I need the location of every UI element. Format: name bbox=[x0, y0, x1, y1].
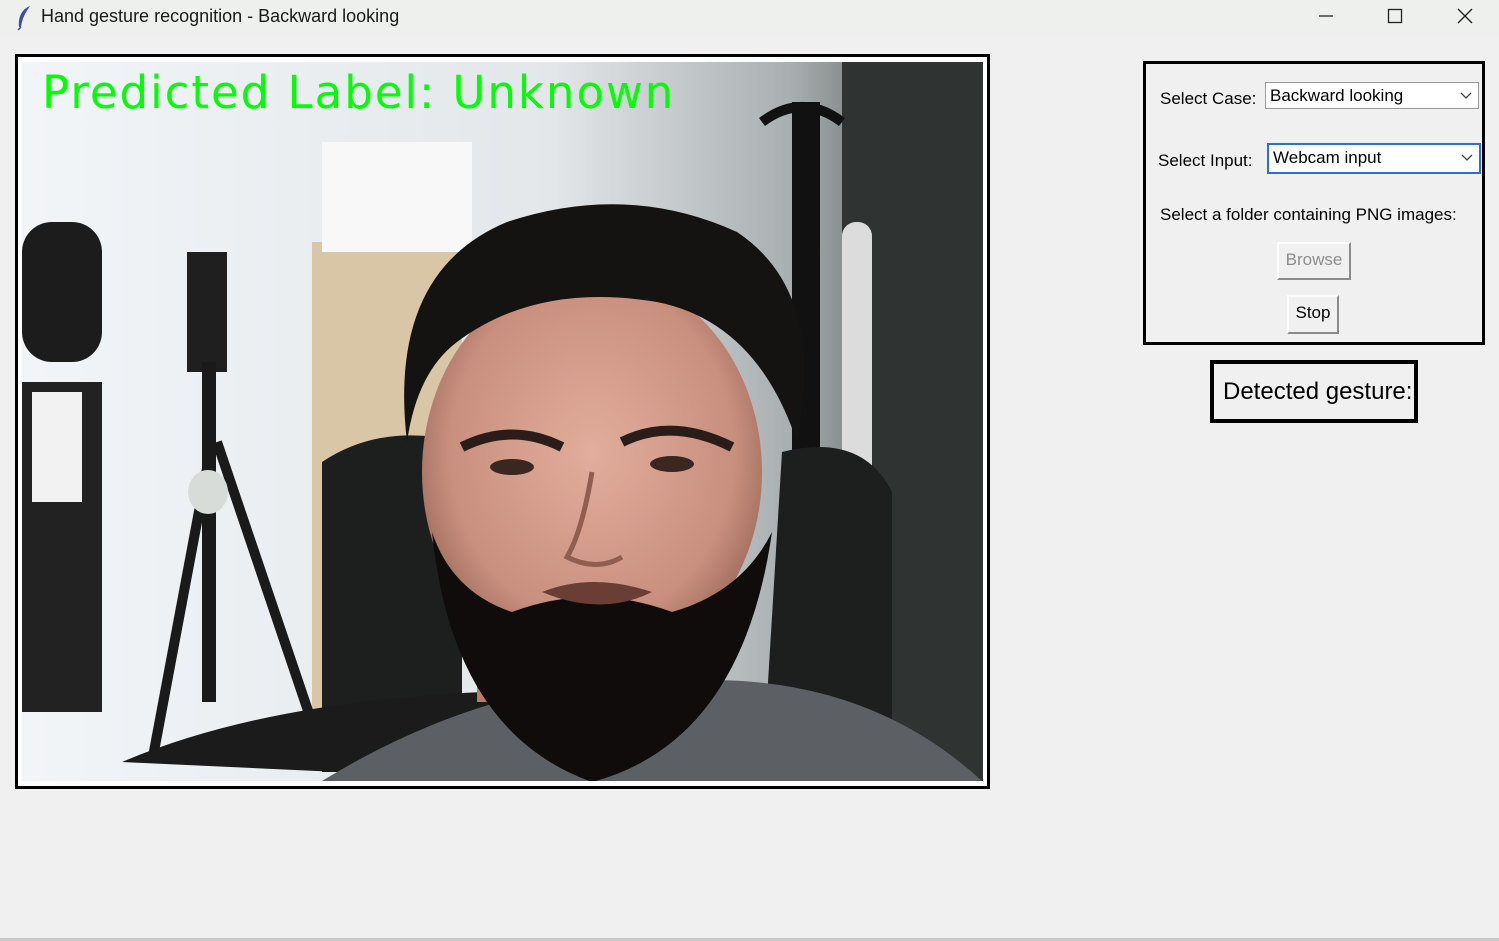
select-input-label: Select Input: bbox=[1158, 151, 1253, 170]
detected-gesture-box: Detected gesture: bbox=[1210, 360, 1418, 423]
detected-gesture-label: Detected gesture: bbox=[1223, 378, 1413, 405]
browse-button[interactable]: Browse bbox=[1277, 242, 1351, 280]
title-bar[interactable]: Hand gesture recognition - Backward look… bbox=[0, 0, 1499, 38]
maximize-icon bbox=[1387, 8, 1403, 24]
minimize-button[interactable] bbox=[1291, 0, 1361, 32]
folder-prompt-label: Select a folder containing PNG images: bbox=[1160, 205, 1457, 224]
chevron-down-icon bbox=[1460, 92, 1472, 99]
select-case-label: Select Case: bbox=[1160, 89, 1257, 108]
minimize-icon bbox=[1319, 15, 1333, 17]
control-panel: Select Case: Backward looking Select Inp… bbox=[1143, 61, 1485, 345]
window-title: Hand gesture recognition - Backward look… bbox=[41, 6, 400, 26]
chevron-down-icon bbox=[1461, 154, 1473, 161]
webcam-image bbox=[22, 62, 983, 781]
predicted-label-overlay: Predicted Label: Unknown bbox=[42, 66, 676, 119]
case-dropdown[interactable]: Backward looking bbox=[1265, 82, 1479, 109]
close-button[interactable] bbox=[1430, 0, 1499, 32]
input-dropdown[interactable]: Webcam input bbox=[1267, 143, 1481, 174]
feather-icon bbox=[14, 5, 34, 31]
webcam-feed: Predicted Label: Unknown bbox=[22, 62, 983, 781]
case-dropdown-value: Backward looking bbox=[1270, 86, 1404, 105]
close-icon bbox=[1457, 8, 1473, 24]
video-frame: Predicted Label: Unknown bbox=[15, 54, 990, 789]
input-dropdown-value: Webcam input bbox=[1273, 148, 1382, 167]
stop-button[interactable]: Stop bbox=[1287, 295, 1339, 334]
maximize-button[interactable] bbox=[1360, 0, 1430, 32]
